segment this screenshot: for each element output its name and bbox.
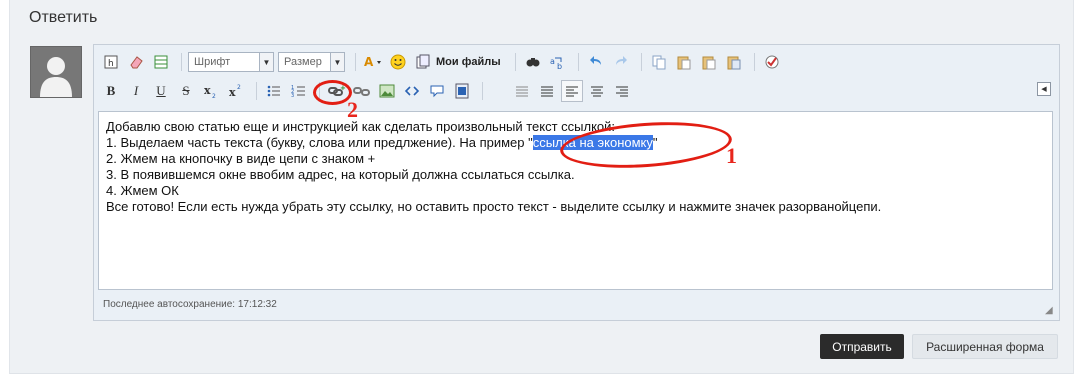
text-line-part: 1. Выделаем часть текста (букву, слова и… [106, 135, 533, 150]
chevron-down-icon: ▼ [330, 53, 344, 71]
undo-icon[interactable] [585, 51, 607, 73]
align-right-icon[interactable] [611, 80, 633, 102]
paste-icon[interactable] [673, 51, 695, 73]
find-icon[interactable] [522, 51, 544, 73]
video-icon[interactable] [451, 80, 473, 102]
reply-title: Ответить [29, 9, 98, 26]
source-icon[interactable]: h [100, 51, 122, 73]
eraser-icon[interactable] [125, 51, 147, 73]
code-icon[interactable] [401, 80, 423, 102]
svg-text:x: x [229, 86, 236, 99]
numbered-list-icon[interactable]: 123 [288, 80, 310, 102]
annotation-label-1: 1 [726, 143, 737, 168]
avatar [30, 46, 82, 98]
font-select[interactable]: Шрифт ▼ [188, 52, 274, 72]
collapse-toolbar-button[interactable]: ◀ [1037, 82, 1051, 96]
align-justify-full-icon[interactable] [536, 80, 558, 102]
align-center-icon[interactable] [586, 80, 608, 102]
separator [355, 53, 356, 71]
underline-icon[interactable]: U [150, 80, 172, 102]
separator [753, 53, 755, 71]
subscript-icon[interactable]: x2 [200, 80, 222, 102]
svg-text:b: b [557, 62, 562, 70]
bold-icon[interactable]: B [100, 80, 122, 102]
quote-icon[interactable] [426, 80, 448, 102]
table-icon[interactable] [150, 51, 172, 73]
text-line: 4. Жмем ОК [106, 183, 179, 198]
separator [181, 53, 182, 71]
editor: h Шрифт ▼ Размер ▼ A Мои файлы a b B I U… [93, 44, 1060, 321]
svg-text:x: x [204, 84, 211, 97]
svg-text:A: A [364, 55, 374, 69]
chevron-down-icon: ▼ [259, 53, 273, 71]
svg-text:3: 3 [291, 93, 294, 99]
smiley-icon[interactable] [387, 51, 409, 73]
font-color-icon[interactable]: A [362, 51, 384, 73]
resize-handle-icon[interactable]: ◢ [1045, 306, 1055, 316]
svg-text:a: a [550, 57, 555, 66]
send-button[interactable]: Отправить [820, 334, 904, 359]
italic-icon[interactable]: I [125, 80, 147, 102]
paste-text-icon[interactable] [698, 51, 720, 73]
toolbar-row-2: B I U S x2 x2 123 + [100, 80, 636, 102]
separator [514, 53, 516, 71]
size-select-label: Размер [284, 56, 322, 68]
text-line: Все готово! Если есть нужда убрать эту с… [106, 199, 882, 214]
text-line: Добавлю свою статью еще и инструкцией ка… [106, 119, 616, 134]
bullet-list-icon[interactable] [263, 80, 285, 102]
align-left-icon[interactable] [561, 80, 583, 102]
separator [256, 82, 257, 100]
redo-icon[interactable] [610, 51, 632, 73]
autosave-status: Последнее автосохранение: 17:12:32 [103, 299, 277, 310]
size-select[interactable]: Размер ▼ [278, 52, 345, 72]
toolbar-row-1: h Шрифт ▼ Размер ▼ A Мои файлы a b [100, 51, 786, 73]
svg-text:2: 2 [212, 93, 216, 99]
my-files-label[interactable]: Мои файлы [436, 56, 501, 68]
text-line: 3. В появившемся окне ввобим адрес, на к… [106, 167, 575, 182]
my-files-icon[interactable] [412, 51, 434, 73]
separator [482, 82, 483, 100]
paste-word-icon[interactable] [723, 51, 745, 73]
copy-icon[interactable] [648, 51, 670, 73]
extended-form-button[interactable]: Расширенная форма [912, 334, 1058, 359]
separator [577, 53, 579, 71]
align-justify-icon[interactable] [511, 80, 533, 102]
superscript-icon[interactable]: x2 [225, 80, 247, 102]
spellcheck-icon[interactable] [761, 51, 783, 73]
replace-icon[interactable]: ab [547, 51, 569, 73]
annotation-label-2: 2 [347, 97, 358, 122]
font-select-label: Шрифт [194, 56, 231, 68]
svg-text:h: h [108, 59, 114, 69]
svg-text:2: 2 [237, 84, 241, 91]
strike-icon[interactable]: S [175, 80, 197, 102]
separator [640, 53, 642, 71]
image-icon[interactable] [376, 80, 398, 102]
